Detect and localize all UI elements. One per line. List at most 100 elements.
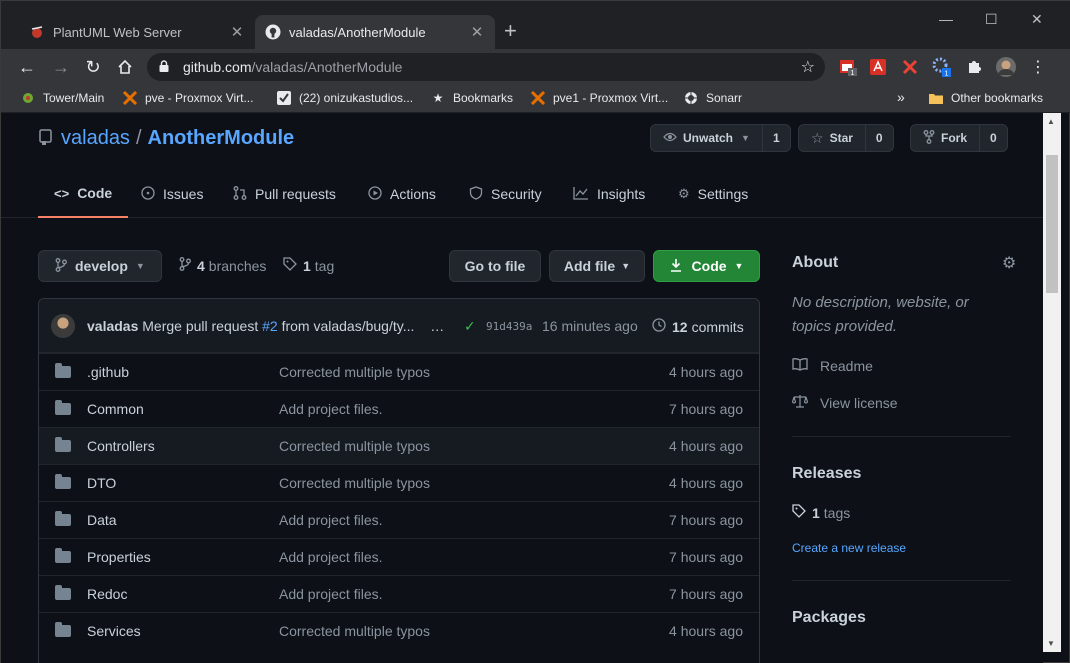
tab-insights[interactable]: Insights xyxy=(573,170,645,218)
graph-icon xyxy=(573,186,589,203)
minimize-icon[interactable]: — xyxy=(939,11,953,27)
repo-owner-link[interactable]: valadas xyxy=(61,127,130,150)
packages-heading[interactable]: Packages xyxy=(792,609,866,627)
browser-tab-github[interactable]: valadas/AnotherModule ✕ xyxy=(255,15,495,49)
license-link[interactable]: View license xyxy=(791,394,898,411)
bookmark-pve1[interactable]: pve1 - Proxmox Virt... xyxy=(531,91,668,105)
home-icon[interactable] xyxy=(113,55,137,79)
address-bar[interactable]: github.com/valadas/AnotherModule ☆ xyxy=(147,53,825,81)
new-tab-button[interactable]: + xyxy=(504,19,517,43)
page-scrollbar[interactable]: ▲ ▼ xyxy=(1043,113,1061,652)
table-row[interactable]: Services Corrected multiple typos 4 hour… xyxy=(39,612,759,649)
table-row[interactable]: Common Add project files. 7 hours ago xyxy=(39,390,759,427)
chevron-down-icon: ▼ xyxy=(741,133,750,143)
tab-pull-requests[interactable]: Pull requests xyxy=(233,170,336,218)
folder-icon xyxy=(55,548,71,563)
table-row[interactable]: Controllers Corrected multiple typos 4 h… xyxy=(39,427,759,464)
browser-window: PlantUML Web Server ✕ valadas/AnotherMod… xyxy=(0,0,1070,663)
star-button[interactable]: ☆ Star 0 xyxy=(798,124,894,152)
tab-issues[interactable]: Issues xyxy=(141,170,203,218)
folder-icon xyxy=(55,622,71,637)
close-tab-icon[interactable]: ✕ xyxy=(469,23,485,41)
chevron-down-icon: ▼ xyxy=(734,261,744,271)
create-release-link[interactable]: Create a new release xyxy=(792,541,906,555)
download-icon xyxy=(670,258,682,275)
tab-settings[interactable]: ⚙ Settings xyxy=(678,170,748,218)
play-icon xyxy=(368,185,382,203)
table-row[interactable]: Data Add project files. 7 hours ago xyxy=(39,501,759,538)
profile-avatar[interactable] xyxy=(995,56,1017,78)
branch-icon xyxy=(179,257,191,274)
bookmark-onizukastudios[interactable]: (22) onizukastudios... xyxy=(277,91,413,105)
calendar-extension-icon[interactable]: 1 xyxy=(837,56,859,78)
release-tags-link[interactable]: 1 tags xyxy=(792,504,850,521)
url-path: /valadas/AnotherModule xyxy=(251,59,403,75)
folder-icon xyxy=(55,474,71,489)
code-download-button[interactable]: Code ▼ xyxy=(653,250,760,282)
other-bookmarks-folder[interactable]: Other bookmarks xyxy=(929,91,1043,105)
browser-tab-plantuml[interactable]: PlantUML Web Server ✕ xyxy=(19,15,255,49)
tags-link[interactable]: 1 tag xyxy=(283,257,334,274)
url-host: github.com xyxy=(183,59,252,75)
back-arrow-icon[interactable]: ← xyxy=(15,55,39,79)
github-repo-page: valadas / AnotherModule Unwatch ▼ 1 ☆ Star… xyxy=(1,113,1043,663)
close-window-icon[interactable]: ✕ xyxy=(1031,11,1043,28)
forward-arrow-icon[interactable]: → xyxy=(49,55,73,79)
code-icon: <> xyxy=(54,185,70,201)
bookmark-star-icon[interactable]: ☆ xyxy=(801,57,815,77)
table-row[interactable]: .github Corrected multiple typos 4 hours… xyxy=(39,353,759,390)
fork-count[interactable]: 0 xyxy=(979,125,1007,151)
scrollbar-thumb[interactable] xyxy=(1046,155,1058,293)
repo-separator: / xyxy=(135,127,142,149)
bookmark-tower-main[interactable]: Tower/Main xyxy=(21,91,104,105)
bookmark-pve[interactable]: pve - Proxmox Virt... xyxy=(123,91,253,105)
gear-extension-icon[interactable]: 1 xyxy=(931,56,953,78)
maximize-icon[interactable]: ☐ xyxy=(985,11,998,28)
star-outline-icon: ☆ xyxy=(811,129,824,146)
x-extension-icon[interactable] xyxy=(899,56,921,78)
table-row[interactable]: Properties Add project files. 7 hours ag… xyxy=(39,538,759,575)
repo-nav: <> Code Issues Pull requests Actions Secu… xyxy=(1,170,1043,218)
check-icon xyxy=(277,91,291,105)
releases-heading[interactable]: Releases xyxy=(792,465,861,483)
scroll-down-icon[interactable]: ▼ xyxy=(1047,639,1055,648)
expand-message-button[interactable]: … xyxy=(430,318,444,334)
commit-sha[interactable]: 91d439a xyxy=(486,320,532,333)
author-avatar[interactable] xyxy=(51,314,75,338)
eye-icon xyxy=(663,131,677,145)
sidebar-divider xyxy=(792,580,1011,581)
scroll-up-icon[interactable]: ▲ xyxy=(1047,117,1055,126)
close-tab-icon[interactable]: ✕ xyxy=(229,23,245,41)
browser-toolbar: ← → ↻ github.com/valadas/AnotherModule ☆… xyxy=(1,49,1070,85)
bookmarks-overflow-button[interactable]: » xyxy=(897,89,905,105)
pdf-extension-icon[interactable] xyxy=(867,56,889,78)
watch-count[interactable]: 1 xyxy=(761,125,790,151)
tab-actions[interactable]: Actions xyxy=(368,170,436,218)
gear-icon: ⚙ xyxy=(678,186,690,201)
branch-selector[interactable]: develop ▼ xyxy=(38,250,162,282)
branches-link[interactable]: 4 branches xyxy=(179,257,266,274)
add-file-button[interactable]: Add file ▼ xyxy=(549,250,645,282)
gear-icon[interactable]: ⚙ xyxy=(1002,253,1016,273)
table-row[interactable]: DTO Corrected multiple typos 4 hours ago xyxy=(39,464,759,501)
readme-link[interactable]: Readme xyxy=(792,357,873,374)
commits-link[interactable]: 12 commits xyxy=(652,318,744,335)
sonarr-icon xyxy=(684,91,698,105)
tab-code[interactable]: <> Code xyxy=(38,170,129,218)
bookmark-bookmarks[interactable]: ★ Bookmarks xyxy=(431,91,513,105)
commit-message[interactable]: valadas Merge pull request #2 from valad… xyxy=(87,318,444,334)
go-to-file-button[interactable]: Go to file xyxy=(449,250,541,282)
table-row[interactable]: Redoc Add project files. 7 hours ago xyxy=(39,575,759,612)
repo-name-link[interactable]: AnotherModule xyxy=(148,127,295,150)
reload-icon[interactable]: ↻ xyxy=(81,55,105,79)
fork-button[interactable]: Fork 0 xyxy=(910,124,1008,152)
book-icon xyxy=(792,357,808,374)
bookmark-sonarr[interactable]: Sonarr xyxy=(684,91,742,105)
check-icon[interactable]: ✓ xyxy=(464,318,476,335)
puzzle-icon[interactable] xyxy=(963,56,985,78)
menu-kebab-icon[interactable]: ⋮ xyxy=(1027,56,1049,78)
star-count[interactable]: 0 xyxy=(864,125,893,151)
tab-security[interactable]: Security xyxy=(469,170,542,218)
proxmox-icon xyxy=(531,91,545,105)
watch-button[interactable]: Unwatch ▼ 1 xyxy=(650,124,791,152)
